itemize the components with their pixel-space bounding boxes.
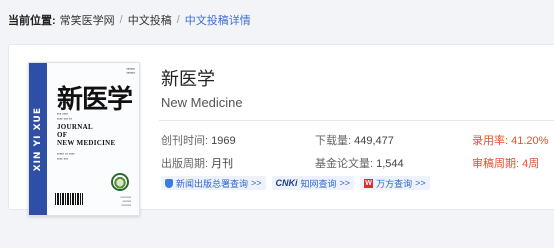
cover-emblem-icon bbox=[111, 173, 129, 191]
breadcrumb-prefix: 当前位置: bbox=[8, 15, 56, 27]
press-admin-query-label: 新闻出版总署查询 bbox=[176, 178, 249, 189]
double-chevron-right-icon: >> bbox=[415, 178, 426, 188]
cover-title-cn: 新医学 bbox=[57, 85, 133, 115]
breadcrumb-separator: / bbox=[119, 14, 123, 26]
cover-issn-block: ▪▪▪▪▪▪ ▪▪▪▪▪▪ bbox=[126, 66, 135, 75]
cover-small-print: ▪▪▪▪ ▪▪▪ bbox=[57, 156, 69, 161]
downloads-stat: 下载量: 449,477 bbox=[315, 132, 394, 148]
wanfang-query-label: 万方查询 bbox=[376, 178, 413, 189]
review-cycle-stat: 审稿周期: 4周 bbox=[472, 155, 539, 171]
shield-icon bbox=[165, 178, 173, 188]
cover-small-print: ▪▪▪▪ ▪▪▪ ▪▪ bbox=[57, 116, 72, 121]
double-chevron-right-icon: >> bbox=[339, 178, 351, 188]
publication-cycle-stat: 出版周期: 月刊 bbox=[161, 155, 233, 171]
fund-papers-label: 基金论文量: bbox=[315, 158, 374, 170]
fund-papers-value: 1,544 bbox=[376, 158, 404, 170]
acceptance-rate-value: 41.20% bbox=[511, 135, 549, 147]
publication-cycle-value: 月刊 bbox=[211, 158, 234, 170]
publication-cycle-label: 出版周期: bbox=[161, 158, 209, 170]
cover-title-en-line: NEW MEDICINE bbox=[57, 139, 116, 147]
acceptance-rate-label: 录用率: bbox=[472, 135, 509, 147]
review-cycle-label: 审稿周期: bbox=[472, 158, 520, 170]
cover-title-en-line: JOURNAL bbox=[57, 123, 93, 131]
acceptance-rate-stat: 录用率: 41.20% bbox=[472, 132, 548, 148]
cnki-query-label: 知网查询 bbox=[300, 178, 337, 189]
cover-title-en-line: OF bbox=[57, 131, 68, 139]
wanfang-logo-icon: W bbox=[364, 178, 374, 188]
journal-title-en: New Medicine bbox=[161, 95, 243, 110]
downloads-label: 下载量: bbox=[315, 135, 352, 147]
fund-papers-stat: 基金论文量: 1,544 bbox=[315, 155, 404, 171]
founded-value: 1969 bbox=[211, 135, 236, 147]
cover-barcode bbox=[55, 193, 83, 205]
journal-cover-image[interactable]: XIN YI XUE ▪▪▪▪▪▪ ▪▪▪▪▪▪ 新医学 ▪▪▪ ▪▪▪▪ ▪▪▪… bbox=[28, 62, 140, 216]
breadcrumb: 当前位置: 常笑医学网 / 中文投稿 / 中文投稿详情 bbox=[8, 12, 251, 28]
journal-card: XIN YI XUE ▪▪▪▪▪▪ ▪▪▪▪▪▪ 新医学 ▪▪▪ ▪▪▪▪ ▪▪▪… bbox=[8, 44, 554, 216]
press-admin-query-link[interactable]: 新闻出版总署查询 >> bbox=[161, 176, 266, 190]
downloads-value: 449,477 bbox=[354, 135, 394, 147]
founded-label: 创刊时间: bbox=[161, 135, 209, 147]
breadcrumb-chinese-submission-link[interactable]: 中文投稿 bbox=[128, 12, 172, 28]
wanfang-query-link[interactable]: W 万方查询 >> bbox=[360, 176, 430, 190]
cnki-logo-icon: CNKi bbox=[275, 178, 298, 188]
review-cycle-value: 4周 bbox=[522, 158, 540, 170]
cover-spine: XIN YI XUE bbox=[29, 63, 47, 215]
breadcrumb-home-link[interactable]: 常笑医学网 bbox=[60, 12, 115, 28]
cover-publisher-info: ▪▪▪▪▪▪▪▪▪▪ ▪▪▪▪▪▪▪▪ ▪▪▪▪▪▪▪▪▪ bbox=[120, 195, 131, 207]
divider bbox=[159, 120, 554, 121]
cover-spine-text: XIN YI XUE bbox=[33, 106, 43, 172]
founded-stat: 创刊时间: 1969 bbox=[161, 132, 236, 148]
verification-links: 新闻出版总署查询 >> CNKi 知网查询 >> W 万方查询 >> bbox=[161, 176, 430, 190]
breadcrumb-separator: / bbox=[176, 14, 180, 26]
journal-title: 新医学 bbox=[161, 69, 215, 90]
breadcrumb-current: 中文投稿详情 bbox=[184, 15, 251, 27]
cover-title-en: JOURNAL OF NEW MEDICINE bbox=[57, 123, 116, 147]
double-chevron-right-icon: >> bbox=[251, 178, 262, 188]
cnki-query-link[interactable]: CNKi 知网查询 >> bbox=[271, 176, 355, 190]
